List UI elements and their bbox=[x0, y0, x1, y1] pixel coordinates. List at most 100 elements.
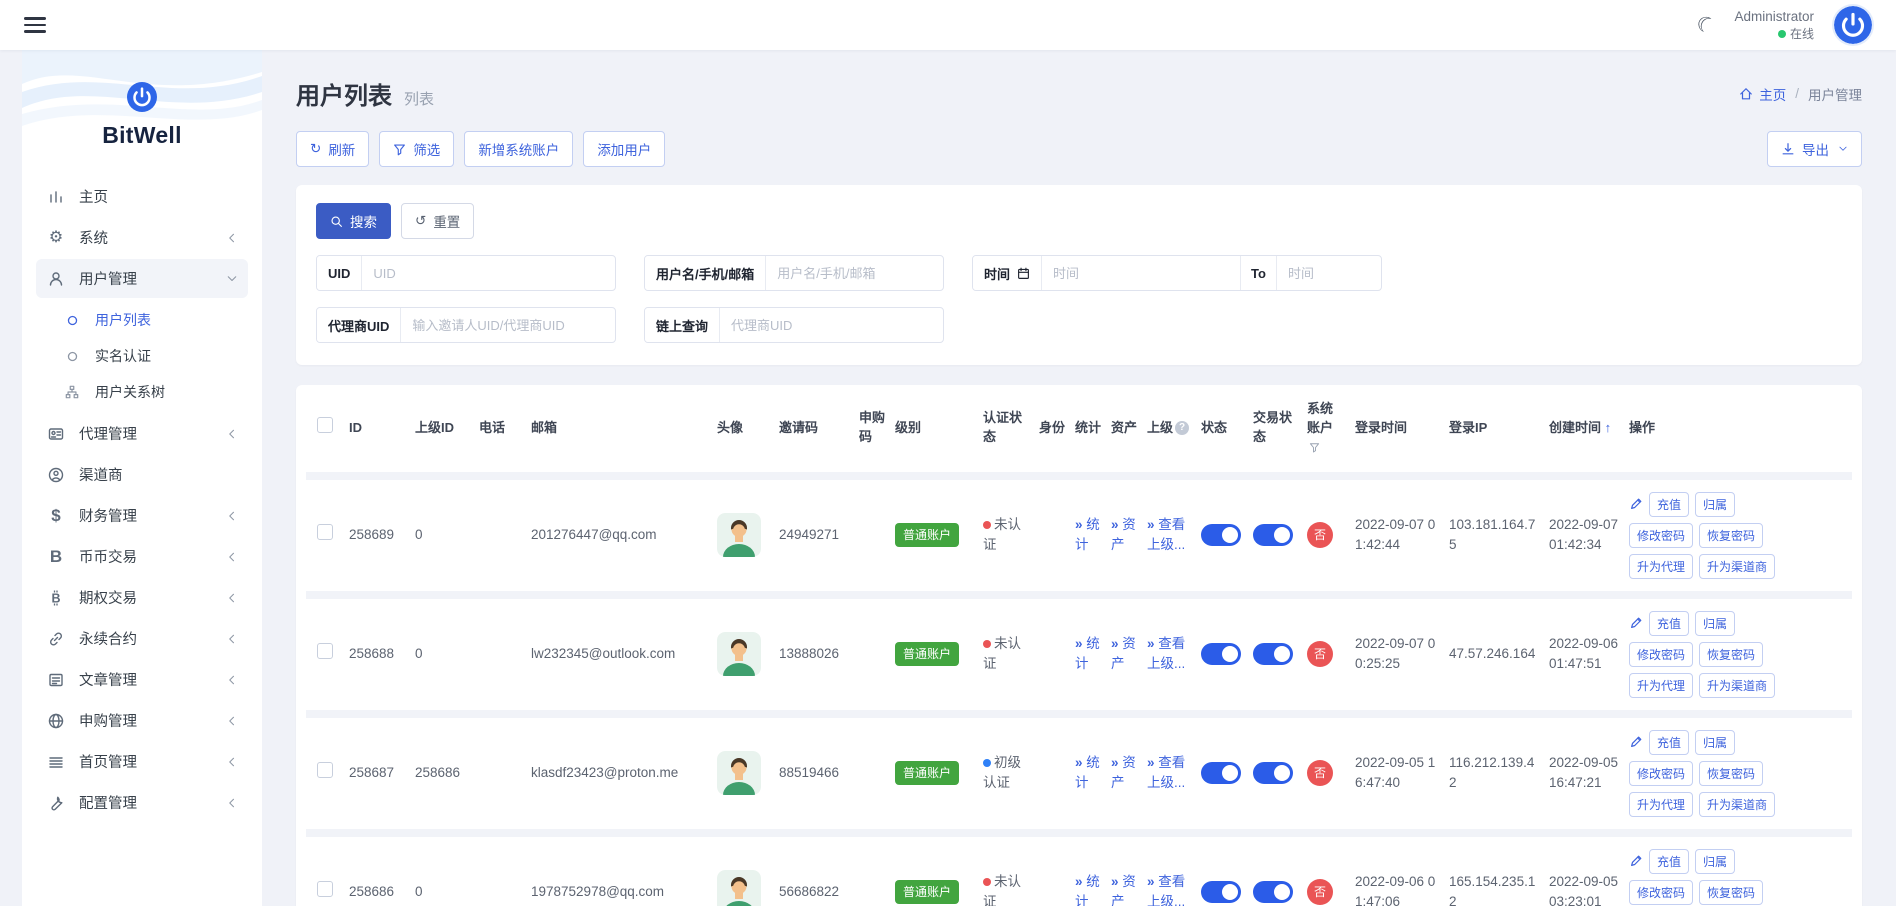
sidebar-item-options-trading[interactable]: B 期权交易 bbox=[36, 578, 248, 617]
stats-link[interactable]: » 统计 bbox=[1070, 714, 1106, 833]
assets-link[interactable]: » 资产 bbox=[1106, 476, 1142, 595]
stats-link[interactable]: » 统计 bbox=[1070, 476, 1106, 595]
add-system-account-button[interactable]: 新增系统账户 bbox=[464, 131, 573, 167]
info-icon[interactable]: ? bbox=[1175, 421, 1189, 435]
avatar[interactable] bbox=[717, 632, 761, 676]
column-filter-funnel-icon[interactable] bbox=[1309, 442, 1320, 453]
hamburger-menu-icon[interactable] bbox=[24, 13, 46, 37]
recharge-button[interactable]: 充值 bbox=[1649, 492, 1689, 517]
recharge-button[interactable]: 充值 bbox=[1649, 730, 1689, 755]
view-parent-link[interactable]: » 查看上级... bbox=[1142, 714, 1196, 833]
row-select-checkbox[interactable] bbox=[317, 524, 333, 540]
sidebar-item-finance-management[interactable]: $ 财务管理 bbox=[36, 496, 248, 535]
upgrade-agent-button[interactable]: 升为代理 bbox=[1629, 792, 1693, 817]
dark-mode-icon[interactable]: ☾ bbox=[1692, 11, 1719, 39]
select-all-checkbox[interactable] bbox=[317, 417, 333, 433]
restore-password-button[interactable]: 恢复密码 bbox=[1699, 880, 1763, 905]
belong-button[interactable]: 归属 bbox=[1695, 492, 1735, 517]
refresh-button[interactable]: ↻ 刷新 bbox=[296, 131, 369, 167]
change-password-button[interactable]: 修改密码 bbox=[1629, 523, 1693, 548]
export-button[interactable]: 导出 bbox=[1767, 131, 1862, 167]
stats-link[interactable]: » 统计 bbox=[1070, 595, 1106, 714]
assets-link[interactable]: » 资产 bbox=[1106, 714, 1142, 833]
col-created-at[interactable]: 创建时间 ↑ bbox=[1544, 385, 1624, 476]
breadcrumb-current[interactable]: 用户管理 bbox=[1808, 84, 1862, 104]
change-password-button[interactable]: 修改密码 bbox=[1629, 642, 1693, 667]
assets-link[interactable]: » 资产 bbox=[1106, 833, 1142, 906]
time-to-input[interactable] bbox=[1277, 256, 1382, 290]
brand-logo[interactable]: BitWell bbox=[22, 50, 262, 165]
trade-status-toggle[interactable] bbox=[1253, 643, 1293, 665]
belong-button[interactable]: 归属 bbox=[1695, 730, 1735, 755]
trade-status-toggle[interactable] bbox=[1253, 881, 1293, 903]
row-select-checkbox[interactable] bbox=[317, 643, 333, 659]
recharge-button[interactable]: 充值 bbox=[1649, 849, 1689, 874]
breadcrumb-separator: / bbox=[1795, 86, 1799, 101]
upgrade-agent-button[interactable]: 升为代理 bbox=[1629, 673, 1693, 698]
edit-pencil-icon[interactable] bbox=[1629, 497, 1643, 511]
edit-pencil-icon[interactable] bbox=[1629, 735, 1643, 749]
user-block[interactable]: Administrator 在线 bbox=[1734, 8, 1814, 42]
restore-password-button[interactable]: 恢复密码 bbox=[1699, 642, 1763, 667]
upgrade-agent-button[interactable]: 升为代理 bbox=[1629, 554, 1693, 579]
sidebar-subitem-real-name-auth[interactable]: 实名认证 bbox=[52, 338, 248, 374]
row-select-checkbox[interactable] bbox=[317, 881, 333, 897]
avatar[interactable] bbox=[717, 751, 761, 795]
sidebar-item-system[interactable]: ⚙ 系统 bbox=[36, 218, 248, 257]
chevrons-icon: » bbox=[1147, 755, 1155, 770]
assets-link[interactable]: » 资产 bbox=[1106, 595, 1142, 714]
view-parent-link[interactable]: » 查看上级... bbox=[1142, 833, 1196, 906]
sidebar-item-channel[interactable]: 渠道商 bbox=[36, 455, 248, 494]
uid-input[interactable] bbox=[362, 256, 615, 290]
stats-link[interactable]: » 统计 bbox=[1070, 833, 1106, 906]
edit-pencil-icon[interactable] bbox=[1629, 854, 1643, 868]
upgrade-channel-button[interactable]: 升为渠道商 bbox=[1699, 673, 1775, 698]
belong-button[interactable]: 归属 bbox=[1695, 849, 1735, 874]
upgrade-channel-button[interactable]: 升为渠道商 bbox=[1699, 792, 1775, 817]
restore-password-button[interactable]: 恢复密码 bbox=[1699, 761, 1763, 786]
row-select-checkbox[interactable] bbox=[317, 762, 333, 778]
user-avatar[interactable] bbox=[1834, 6, 1872, 44]
view-parent-link[interactable]: » 查看上级... bbox=[1142, 595, 1196, 714]
sidebar-item-home[interactable]: 主页 bbox=[36, 177, 248, 216]
sort-ascending-icon[interactable]: ↑ bbox=[1605, 420, 1612, 435]
change-password-button[interactable]: 修改密码 bbox=[1629, 880, 1693, 905]
status-toggle[interactable] bbox=[1201, 762, 1241, 784]
view-parent-link[interactable]: » 查看上级... bbox=[1142, 476, 1196, 595]
time-from-input[interactable] bbox=[1042, 256, 1240, 290]
trade-status-toggle[interactable] bbox=[1253, 762, 1293, 784]
avatar[interactable] bbox=[717, 513, 761, 557]
breadcrumb-home-link[interactable]: 主页 bbox=[1739, 84, 1786, 104]
trade-status-toggle[interactable] bbox=[1253, 524, 1293, 546]
sidebar-item-subscription-management[interactable]: 申购管理 bbox=[36, 701, 248, 740]
sidebar-item-homepage-management[interactable]: 首页管理 bbox=[36, 742, 248, 781]
sidebar-item-article-management[interactable]: 文章管理 bbox=[36, 660, 248, 699]
upgrade-channel-button[interactable]: 升为渠道商 bbox=[1699, 554, 1775, 579]
status-toggle[interactable] bbox=[1201, 881, 1241, 903]
chevrons-icon: » bbox=[1147, 517, 1155, 532]
filter-button[interactable]: 筛选 bbox=[379, 131, 454, 167]
sidebar-item-spot-trading[interactable]: B 币币交易 bbox=[36, 537, 248, 576]
link-icon bbox=[46, 631, 66, 647]
agent-uid-input[interactable] bbox=[401, 308, 615, 342]
chevron-left-icon bbox=[226, 715, 238, 727]
search-button[interactable]: 搜索 bbox=[316, 203, 391, 239]
sidebar-item-agent-management[interactable]: 代理管理 bbox=[36, 414, 248, 453]
change-password-button[interactable]: 修改密码 bbox=[1629, 761, 1693, 786]
belong-button[interactable]: 归属 bbox=[1695, 611, 1735, 636]
edit-pencil-icon[interactable] bbox=[1629, 616, 1643, 630]
username-input[interactable] bbox=[766, 256, 944, 290]
status-toggle[interactable] bbox=[1201, 643, 1241, 665]
sidebar-item-config-management[interactable]: 配置管理 bbox=[36, 783, 248, 822]
restore-password-button[interactable]: 恢复密码 bbox=[1699, 523, 1763, 548]
reset-button[interactable]: ↺ 重置 bbox=[401, 203, 474, 239]
chain-query-input[interactable] bbox=[720, 308, 943, 342]
sidebar-item-perpetual-contract[interactable]: 永续合约 bbox=[36, 619, 248, 658]
avatar[interactable] bbox=[717, 870, 761, 906]
sidebar-item-user-management[interactable]: 用户管理 bbox=[36, 259, 248, 298]
sidebar-subitem-user-list[interactable]: 用户列表 bbox=[52, 302, 248, 338]
recharge-button[interactable]: 充值 bbox=[1649, 611, 1689, 636]
sidebar-subitem-user-relation-tree[interactable]: 用户关系树 bbox=[52, 374, 248, 410]
status-toggle[interactable] bbox=[1201, 524, 1241, 546]
add-user-button[interactable]: 添加用户 bbox=[583, 131, 665, 167]
